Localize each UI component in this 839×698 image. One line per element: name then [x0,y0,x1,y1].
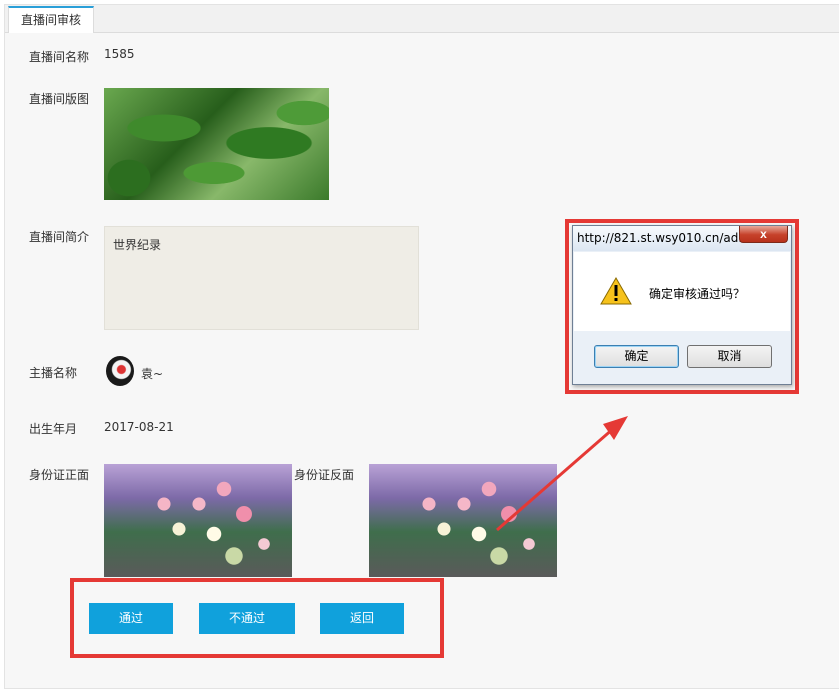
dialog-body: 确定审核通过吗？ [574,252,790,331]
warning-icon [600,277,632,305]
room-name-value: 1585 [104,47,135,61]
tab-live-room-review[interactable]: 直播间审核 [8,6,95,33]
birth-label: 出生年月 [29,422,78,436]
id-back-image [369,464,557,577]
birth-value: 2017-08-21 [104,420,174,434]
dialog-ok-button[interactable]: 确定 [594,345,679,368]
approve-button[interactable]: 通过 [89,603,173,634]
anchor-avatar [106,356,134,386]
id-front-label: 身份证正面 [29,468,90,482]
dialog-close-button[interactable]: x [739,226,788,243]
id-back-label: 身份证反面 [294,468,355,482]
dialog-message: 确定审核通过吗？ [649,287,746,301]
dialog-cancel-button[interactable]: 取消 [687,345,772,368]
back-button[interactable]: 返回 [320,603,404,634]
intro-text: 世界纪录 [104,226,419,330]
anchor-label: 主播名称 [29,366,78,380]
id-front-image [104,464,292,577]
cover-label: 直播间版图 [29,92,90,106]
room-name-label: 直播间名称 [29,50,90,64]
confirm-dialog: http://821.st.wsy010.cn/ad... x 确定审核通过吗？… [572,225,792,385]
cover-image [104,88,329,200]
reject-button[interactable]: 不通过 [199,603,295,634]
tab-bar: 直播间审核 [5,5,839,33]
intro-label: 直播间简介 [29,230,90,244]
anchor-name: 袁~ [141,367,164,381]
